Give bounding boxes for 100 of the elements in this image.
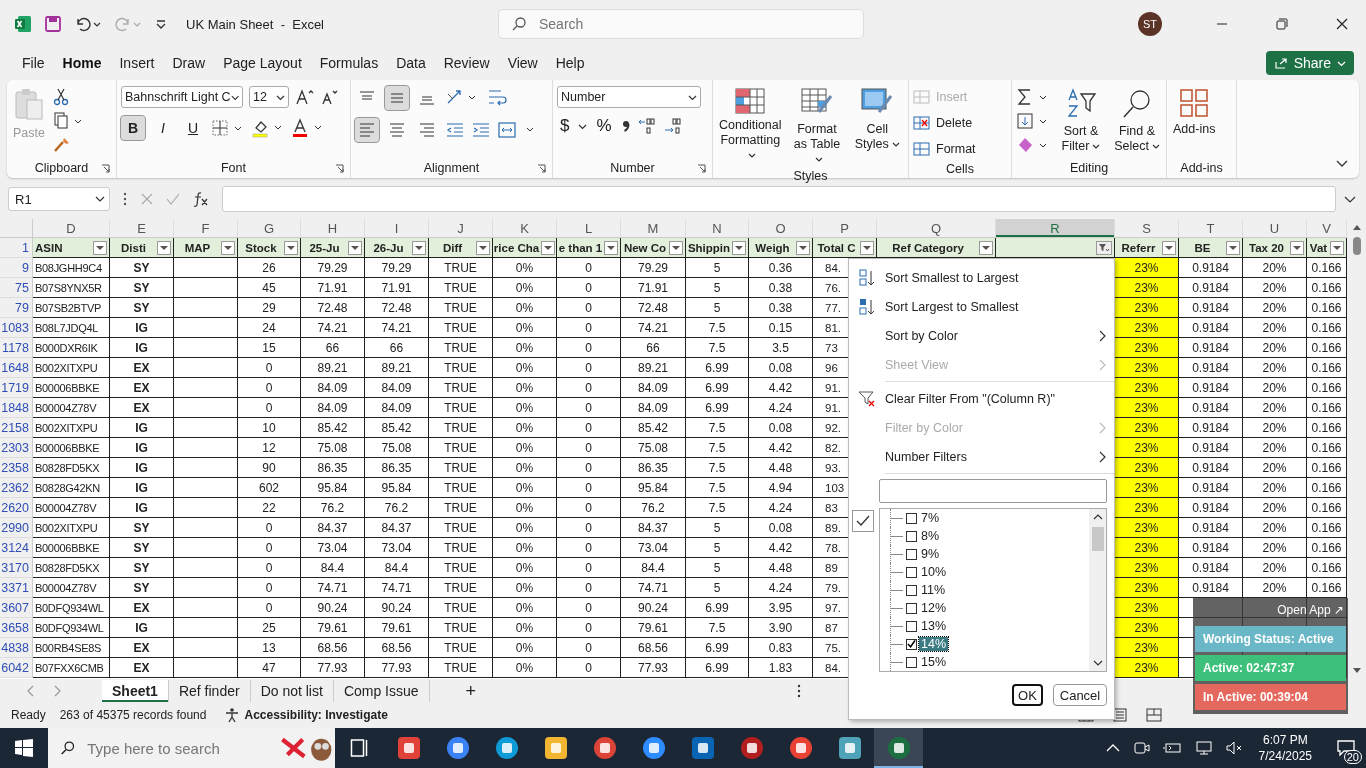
copy-icon[interactable] [53,112,83,130]
column-header[interactable]: K [493,219,557,238]
cells-button[interactable]: Delete [913,112,973,134]
cells-button[interactable]: Format [913,138,976,160]
column-header[interactable]: G [238,219,301,238]
row-number[interactable]: 2158 [0,418,33,438]
checkbox[interactable] [906,638,917,650]
row-number[interactable]: 2303 [0,438,33,458]
network-icon[interactable] [1194,740,1213,756]
row-number[interactable]: 3607 [0,598,33,618]
column-header[interactable]: E [110,219,174,238]
filter-dropdown-button[interactable] [860,240,874,255]
column-header[interactable]: S [1115,219,1179,238]
filter-value[interactable]: 12% [919,601,949,615]
sheet-tab[interactable]: Do not list [250,680,334,702]
sheet-tab[interactable]: Comp Issue [333,680,430,702]
horizontal-align-icon[interactable] [355,118,379,142]
taskbar-app-icon[interactable] [874,728,923,768]
filter-value[interactable]: 9% [919,547,942,561]
column-header[interactable]: M [621,219,686,238]
number-format-dropdown[interactable]: Number [557,86,701,108]
ribbon-tab[interactable]: File [13,49,54,77]
scroll-up-icon[interactable] [1092,513,1103,521]
decrease-decimal-icon[interactable] [662,117,683,135]
row-number[interactable]: 3371 [0,578,33,598]
ribbon-tab[interactable]: Data [387,49,435,77]
ribbon-tab[interactable]: Insert [110,49,164,77]
column-header[interactable]: O [749,219,813,238]
row-number[interactable]: 3170 [0,558,33,578]
row-number[interactable]: 79 [0,298,33,318]
filter-dropdown-button[interactable] [93,240,107,255]
add-ins-button[interactable]: Add-ins [1171,86,1218,139]
collapse-ribbon-icon[interactable] [1335,158,1349,168]
taskbar-clock[interactable]: 6:07 PM 7/24/2025 [1258,732,1312,764]
save-icon[interactable] [44,15,62,33]
row-number[interactable]: 2358 [0,458,33,478]
scroll-down-icon[interactable] [1092,659,1103,667]
row-number[interactable]: 75 [0,278,33,298]
filter-value[interactable]: 8% [919,529,942,543]
page-break-icon[interactable] [1146,708,1162,722]
check-icon[interactable] [166,192,180,206]
checkbox[interactable] [906,566,917,578]
increase-font-icon[interactable] [295,88,315,106]
column-header[interactable]: T [1179,219,1243,238]
maximize-icon[interactable] [1275,17,1289,31]
row-number[interactable]: 1648 [0,358,33,378]
user-avatar[interactable]: ST [1138,12,1162,36]
font-style-button[interactable]: B [121,116,145,140]
filter-dropdown-button[interactable] [796,240,810,255]
filter-dropdown-button[interactable] [284,240,298,255]
dialog-launcher-icon[interactable] [101,164,110,173]
notifications-button[interactable]: 20 [1326,728,1366,768]
filter-dropdown-button[interactable] [1162,240,1176,255]
row-number[interactable]: 1 [0,238,33,258]
filter-dropdown-button[interactable] [221,240,235,255]
expand-formula-icon[interactable] [1344,194,1356,204]
checkbox[interactable] [906,530,917,542]
filter-dropdown-button[interactable] [476,240,490,255]
filter-dropdown-button[interactable] [979,240,993,255]
select-all-checkbox[interactable] [852,510,874,532]
row-number[interactable]: 1848 [0,398,33,418]
camera-icon[interactable] [1132,740,1151,756]
row-number[interactable]: 9 [0,258,33,278]
comma-style-icon[interactable] [620,118,631,134]
font-size-dropdown[interactable]: 12 [249,86,289,108]
row-number[interactable]: 4838 [0,638,33,658]
column-header[interactable]: D [33,219,110,238]
accessibility-icon[interactable] [224,707,241,723]
sheet-tab[interactable]: Ref finder [168,680,251,702]
more-options-icon[interactable] [122,192,128,206]
page-layout-icon[interactable] [1112,708,1128,722]
ribbon-tab[interactable]: Review [434,49,499,77]
ribbon-tab[interactable]: Formulas [310,49,388,77]
checkbox[interactable] [906,620,917,632]
row-number[interactable]: 1178 [0,338,33,358]
column-header[interactable]: U [1243,219,1307,238]
row-number[interactable]: 1083 [0,318,33,338]
row-number[interactable]: 2620 [0,498,33,518]
filter-dropdown-button[interactable] [669,240,683,255]
column-header[interactable]: N [686,219,749,238]
font-family-dropdown[interactable]: Bahnschrift Light C [121,86,243,108]
search-input[interactable]: Search [537,15,841,33]
vertical-align-icon[interactable] [385,86,409,110]
checkbox[interactable] [906,584,917,596]
battery-icon[interactable] [1162,741,1183,755]
open-app-link[interactable]: Open App ↗ [1275,600,1346,623]
filter-search-field[interactable] [879,479,1107,503]
chevron-up-icon[interactable] [1104,742,1121,754]
sheet-tab[interactable]: Sheet1 [102,680,169,702]
cancel-button[interactable]: Cancel [1053,684,1107,706]
filter-value[interactable]: 15% [919,655,949,669]
font-style-button[interactable]: I [151,116,175,140]
row-number[interactable]: 1719 [0,378,33,398]
column-header[interactable]: P [813,219,877,238]
taskbar-search-input[interactable]: Type here to search [85,738,270,758]
scroll-up-icon[interactable] [1351,223,1362,231]
filter-value[interactable]: 7% [919,511,942,525]
filter-dropdown-button[interactable] [348,240,362,255]
column-header[interactable]: I [365,219,429,238]
editing-button[interactable]: Find & Select [1112,86,1162,156]
